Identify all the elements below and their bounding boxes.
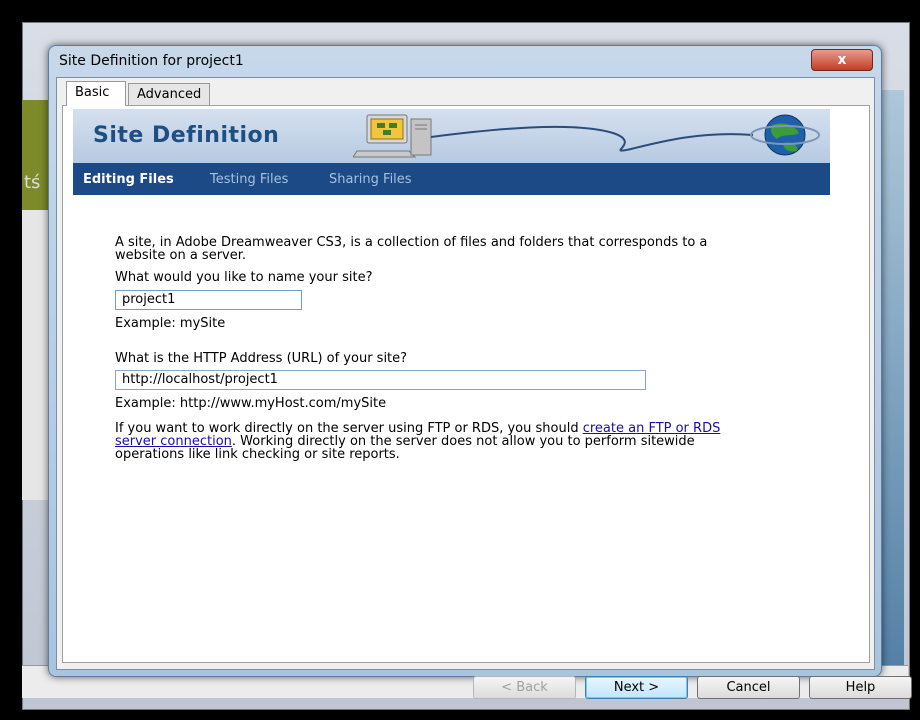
site-name-input[interactable]: project1 — [115, 290, 302, 310]
site-url-label: What is the HTTP Address (URL) of your s… — [115, 351, 408, 366]
wizard-step-bar: Editing Files Testing Files Sharing File… — [73, 163, 830, 195]
computer-network-globe-icon — [353, 114, 820, 158]
banner-title: Site Definition — [93, 123, 280, 148]
site-name-example: Example: mySite — [115, 316, 226, 331]
step-testing-files[interactable]: Testing Files — [210, 172, 288, 187]
step-sharing-files[interactable]: Sharing Files — [329, 172, 412, 187]
close-icon: x — [837, 52, 847, 68]
background-left-text: tś — [24, 172, 41, 193]
back-button[interactable]: < Back — [473, 676, 576, 699]
tab-basic[interactable]: Basic — [66, 81, 126, 106]
next-button[interactable]: Next > — [585, 676, 688, 699]
dialog-client-area: Basic Advanced Site Definition Editing F… — [56, 77, 912, 699]
basic-tab-panel: Site Definition Editing Files Testing Fi… — [62, 105, 912, 699]
help-button[interactable]: Help — [809, 676, 912, 699]
site-definition-dialog: Site Definition for project1 x Basic Adv… — [48, 45, 912, 699]
close-button[interactable]: x — [811, 49, 873, 71]
intro-text-line2: website on a server. — [115, 248, 247, 263]
dialog-titlebar[interactable]: Site Definition for project1 x — [49, 46, 881, 78]
wizard-banner: Site Definition — [73, 109, 830, 163]
site-url-example: Example: http://www.myHost.com/mySite — [115, 396, 387, 411]
site-url-input[interactable]: http://localhost/project1 — [115, 370, 646, 390]
dialog-title: Site Definition for project1 — [59, 53, 244, 69]
ftp-info-line3: operations like link checking or site re… — [115, 447, 400, 462]
step-editing-files[interactable]: Editing Files — [83, 172, 174, 187]
tab-advanced[interactable]: Advanced — [128, 83, 210, 105]
background-left-panel-lower — [22, 210, 50, 500]
cancel-button[interactable]: Cancel — [697, 676, 800, 699]
site-name-label: What would you like to name your site? — [115, 270, 373, 285]
background-left-panel — [22, 100, 50, 210]
